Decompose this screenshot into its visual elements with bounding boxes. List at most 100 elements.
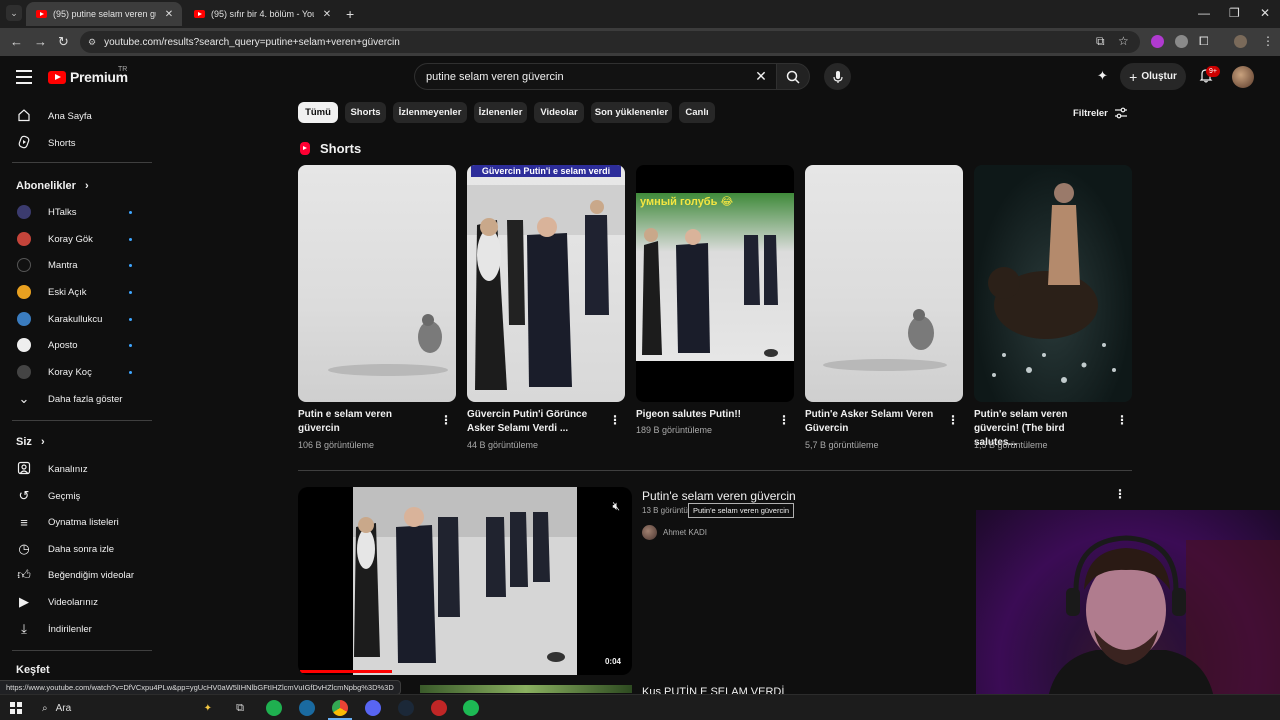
- extension-icon[interactable]: [1151, 35, 1164, 48]
- search-input[interactable]: putine selam veren güvercin ✕: [414, 63, 776, 90]
- install-app-icon[interactable]: ⧉: [1096, 34, 1105, 49]
- short-title[interactable]: Pigeon salutes Putin!!: [636, 408, 772, 422]
- video-title[interactable]: Putin'e selam veren güvercin: [642, 489, 796, 503]
- tab-close-icon[interactable]: ✕: [320, 9, 334, 20]
- chip-shorts[interactable]: Shorts: [345, 102, 386, 123]
- short-card[interactable]: Güvercin Putin'i e selam verdi Güvercin …: [467, 165, 625, 450]
- tab-search-button[interactable]: ⌄: [6, 5, 22, 21]
- voice-search-button[interactable]: [824, 63, 851, 90]
- tab-close-icon[interactable]: ✕: [162, 9, 176, 20]
- taskbar-search[interactable]: ⌕ Ara ✦: [34, 698, 218, 718]
- discord-icon[interactable]: [365, 700, 381, 716]
- task-view-icon[interactable]: ⧉: [232, 700, 248, 716]
- show-more-button[interactable]: ⌄ Daha fazla göster: [0, 386, 154, 412]
- youtube-play-icon: [48, 70, 66, 84]
- sidebar-item-channel[interactable]: Aposto: [0, 332, 154, 358]
- sidebar-item-channel[interactable]: Mantra: [0, 252, 154, 278]
- sidebar-item-history[interactable]: ↺ Geçmiş: [0, 483, 154, 509]
- filters-button[interactable]: Filtreler: [1073, 107, 1128, 119]
- short-card[interactable]: умный голубь 😂 Pigeon salutes Putin!! 18…: [636, 165, 794, 435]
- sidebar-item-channel[interactable]: Karakullukcu: [0, 306, 154, 332]
- chip-unwatched[interactable]: İzlenmeyenler: [393, 102, 467, 123]
- sidebar-item-channel[interactable]: Eski Açık: [0, 279, 154, 305]
- search-button[interactable]: [776, 63, 810, 90]
- sidebar-item-channel[interactable]: HTalks: [0, 199, 154, 225]
- back-icon[interactable]: ←: [10, 34, 23, 49]
- app-icon[interactable]: [266, 700, 282, 716]
- short-card[interactable]: Putin'e selam veren güvercin! (The bird …: [974, 165, 1132, 450]
- sidebar-item-liked[interactable]: 👍︎ Beğendiğim videolar: [0, 562, 154, 588]
- sidebar-item-channel[interactable]: Koray Gök: [0, 226, 154, 252]
- you-heading[interactable]: Siz ›: [16, 436, 45, 448]
- sidebar-item-your-videos[interactable]: ▶ Videolarınız: [0, 589, 154, 615]
- sidebar-item-shorts[interactable]: Shorts: [0, 130, 154, 156]
- video-channel[interactable]: Ahmet KADI: [642, 525, 707, 540]
- short-title[interactable]: Putin'e Asker Selamı Veren Güvercin: [805, 408, 941, 436]
- app-icon[interactable]: [299, 700, 315, 716]
- more-actions-icon[interactable]: ⋮: [1116, 413, 1128, 427]
- short-thumbnail[interactable]: [805, 165, 963, 402]
- more-actions-icon[interactable]: ⋮: [778, 413, 790, 427]
- chip-all[interactable]: Tümü: [298, 102, 338, 123]
- profile-avatar[interactable]: [1234, 35, 1247, 48]
- short-card[interactable]: Putin e selam veren güvercin 106 B görün…: [298, 165, 456, 450]
- tab-active[interactable]: (95) putine selam veren güvercin - YouTu…: [26, 2, 182, 26]
- mute-icon[interactable]: 🔇︎: [612, 499, 620, 514]
- sidebar-item-watch-later[interactable]: ◷ Daha sonra izle: [0, 536, 154, 562]
- chip-live[interactable]: Canlı: [679, 102, 715, 123]
- extension-icon[interactable]: [1175, 35, 1188, 48]
- short-thumbnail[interactable]: [974, 165, 1132, 402]
- browser-menu-icon[interactable]: ⋮: [1262, 34, 1274, 48]
- minimize-icon[interactable]: —: [1198, 6, 1210, 20]
- taskbar-search-label: Ara: [55, 702, 72, 714]
- youtube-favicon-icon: [36, 10, 47, 18]
- channel-name[interactable]: Ahmet KADI: [663, 528, 707, 537]
- sidebar-item-label: Daha sonra izle: [48, 543, 115, 555]
- short-title[interactable]: Güvercin Putin'i Görünce Asker Selamı Ve…: [467, 408, 603, 436]
- spotify-icon[interactable]: [463, 700, 479, 716]
- more-actions-icon[interactable]: ⋮: [440, 413, 452, 427]
- short-title[interactable]: Putin e selam veren güvercin: [298, 408, 434, 436]
- close-window-icon[interactable]: ✕: [1260, 6, 1270, 20]
- reload-icon[interactable]: ↻: [58, 34, 69, 50]
- app-icon[interactable]: [431, 700, 447, 716]
- address-bar[interactable]: ⚙ youtube.com/results?search_query=putin…: [80, 31, 1140, 53]
- chip-videos[interactable]: Videolar: [534, 102, 584, 123]
- youtube-logo[interactable]: Premium: [48, 69, 128, 85]
- sidebar-item-home[interactable]: Ana Sayfa: [0, 103, 154, 129]
- new-content-dot: [129, 370, 132, 374]
- next-video-thumbnail[interactable]: [420, 685, 632, 693]
- sidebar-item-playlists[interactable]: ≡ Oynatma listeleri: [0, 509, 154, 535]
- site-info-icon[interactable]: ⚙: [88, 37, 96, 48]
- subscriptions-heading[interactable]: Abonelikler ›: [16, 180, 89, 192]
- bookmark-star-icon[interactable]: ☆: [1118, 34, 1129, 48]
- short-thumbnail[interactable]: Güvercin Putin'i e selam verdi: [467, 165, 625, 402]
- menu-icon[interactable]: [16, 70, 32, 88]
- more-actions-icon[interactable]: ⋮: [609, 413, 621, 427]
- forward-icon[interactable]: →: [34, 34, 47, 49]
- short-thumbnail[interactable]: [298, 165, 456, 402]
- new-tab-icon[interactable]: +: [346, 6, 354, 22]
- more-actions-icon[interactable]: ⋮: [1114, 487, 1126, 501]
- video-thumbnail[interactable]: 🔇︎ 0:04: [298, 487, 632, 675]
- windows-start-icon[interactable]: [10, 702, 22, 714]
- restore-icon[interactable]: ❐: [1229, 6, 1240, 20]
- channel-avatar[interactable]: [642, 525, 657, 540]
- chip-watched[interactable]: İzlenenler: [474, 102, 527, 123]
- more-actions-icon[interactable]: ⋮: [947, 413, 959, 427]
- short-card[interactable]: Putin'e Asker Selamı Veren Güvercin 5,7 …: [805, 165, 963, 450]
- chip-recently-uploaded[interactable]: Son yüklenenler: [591, 102, 672, 123]
- extensions-puzzle-icon[interactable]: ⧠: [1199, 34, 1209, 49]
- chrome-icon[interactable]: [332, 700, 348, 716]
- sidebar-item-your-channel[interactable]: Kanalınız: [0, 456, 154, 482]
- sidebar-item-label: Kanalınız: [48, 463, 88, 475]
- clear-search-icon[interactable]: ✕: [752, 68, 770, 85]
- short-thumbnail[interactable]: умный голубь 😂: [636, 165, 794, 402]
- steam-icon[interactable]: [398, 700, 414, 716]
- sidebar-item-channel[interactable]: Koray Koç: [0, 359, 154, 385]
- create-button[interactable]: + Oluştur: [1120, 63, 1186, 90]
- account-avatar[interactable]: [1232, 66, 1254, 88]
- ai-sparkle-icon[interactable]: ✦: [1097, 68, 1108, 84]
- sidebar-item-downloads[interactable]: ⤓ İndirilenler: [0, 616, 154, 642]
- tab-inactive[interactable]: (95) sıfır bir 4. bölüm - YouTube ✕: [184, 2, 340, 26]
